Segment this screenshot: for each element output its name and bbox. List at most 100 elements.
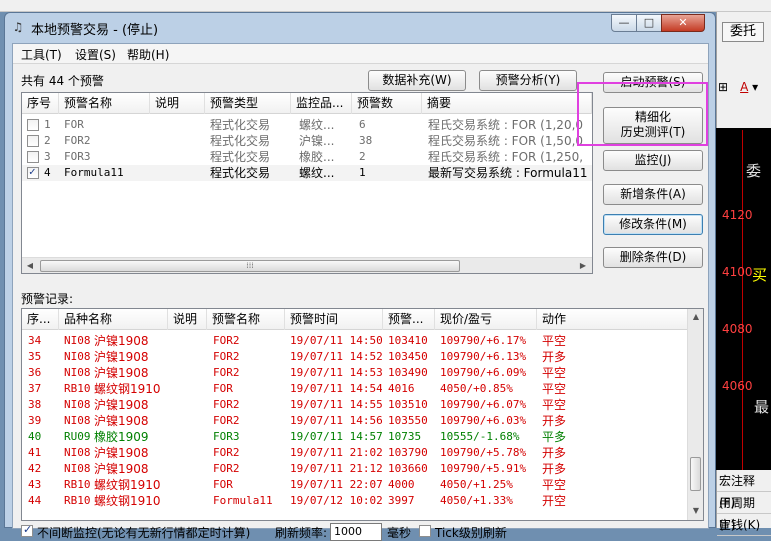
title-bar[interactable]: ♫ 本地预警交易 - (停止) — □ ✕ (5, 13, 715, 43)
menu-tools[interactable]: 工具(T) (21, 46, 62, 63)
side-menu-item[interactable]: 宣钱(K) (717, 514, 771, 536)
row-checkbox[interactable] (27, 119, 39, 131)
chart-border (742, 130, 770, 490)
log-cell-desc (172, 429, 206, 445)
column-header[interactable]: 预警名称 (207, 309, 285, 330)
log-cell-desc (172, 397, 206, 413)
alert-count-cell: 1 (359, 166, 366, 179)
alert-type: 程式化交易 (210, 166, 271, 180)
log-cell-prod: 橡胶1909 (94, 430, 149, 444)
table-row[interactable]: 35 NI08 沪镍1908 FOR2 19/07/11 14:52 103450 1097… (22, 349, 688, 365)
vertical-scrollbar[interactable]: ▲ ▼ (687, 309, 703, 520)
dropdown-arrow-icon[interactable]: ▾ (752, 80, 758, 94)
log-cell-pnl: 109790/+6.13% (440, 350, 527, 363)
start-alert-button[interactable]: 启动预警(S) (603, 72, 703, 93)
column-header[interactable]: 预警类型 (205, 93, 291, 114)
log-cell-price: 103490 (388, 366, 428, 379)
log-cell-code: NI08 (64, 446, 91, 459)
tick-refresh-label: Tick级别刷新 (435, 526, 507, 540)
log-cell-name: FOR2 (213, 350, 240, 363)
tick-refresh-checkbox[interactable] (419, 525, 431, 537)
alert-name: FOR (64, 118, 84, 131)
log-cell-price: 103550 (388, 414, 428, 427)
data-supplement-button[interactable]: 数据补充(W) (368, 70, 466, 91)
modify-condition-button[interactable]: 修改条件(M) (603, 214, 703, 235)
column-header[interactable]: 品种名称 (59, 309, 168, 330)
row-checkbox[interactable] (27, 165, 39, 179)
column-header[interactable]: 说明 (168, 309, 207, 330)
background-side-menu: 宏注释(F) 用周期(F) 宣钱(K) (716, 470, 771, 536)
menu-help[interactable]: 帮助(H) (127, 46, 169, 63)
minimize-button[interactable]: — (611, 14, 637, 32)
table-row[interactable]: 42 NI08 沪镍1908 FOR2 19/07/11 21:12 103660 1097… (22, 461, 688, 477)
font-color-button[interactable]: A (740, 80, 748, 94)
refine-label: 精细化 (634, 110, 671, 124)
log-cell-time: 19/07/11 14:57 (290, 430, 382, 443)
log-cell-name: FOR (213, 382, 233, 395)
log-cell-prod: 沪镍1908 (94, 398, 149, 412)
column-header[interactable]: 预警数 (352, 93, 422, 114)
continuous-monitor-checkbox[interactable] (21, 523, 33, 537)
log-cell-no: 37 (28, 382, 42, 395)
column-header[interactable]: 监控品... (291, 93, 352, 114)
table-row[interactable]: 38 NI08 沪镍1908 FOR2 19/07/11 14:55 103510 1097… (22, 397, 688, 413)
side-menu-item[interactable]: 宏注释(F) (717, 470, 771, 510)
column-header[interactable]: 现价/盈亏 (435, 309, 537, 330)
side-menu-item[interactable]: 用周期(F) (717, 492, 771, 532)
log-cell-time: 19/07/12 10:02 (290, 494, 382, 507)
log-cell-prod: 沪镍1908 (94, 414, 149, 428)
refine-backtest-button[interactable]: 精细化 历史测评(T) (603, 107, 703, 144)
table-row[interactable]: 4 Formula11 程式化交易 螺纹... 1 最新写交易系统 : Form… (22, 165, 592, 181)
alert-type: 程式化交易 (210, 150, 271, 164)
column-header[interactable]: 预警名称 (59, 93, 150, 114)
log-cell-desc (172, 333, 206, 349)
close-button[interactable]: ✕ (661, 14, 705, 32)
scroll-down-icon[interactable]: ▼ (689, 504, 703, 518)
log-cell-no: 42 (28, 462, 42, 475)
column-header[interactable]: 动作 (537, 309, 688, 330)
column-header[interactable]: 序号 (22, 93, 59, 114)
column-header[interactable]: 摘要 (422, 93, 592, 114)
column-header[interactable]: 预警时间 (285, 309, 383, 330)
table-row[interactable]: 40 RU09 橡胶1909 FOR3 19/07/11 14:57 10735 10555… (22, 429, 688, 445)
table-row[interactable]: 44 RB10 螺纹钢1910 Formula11 19/07/12 10:02 3997… (22, 493, 688, 509)
horizontal-scrollbar[interactable]: ◀ ⁞⁞⁞ ▶ (22, 257, 592, 273)
alert-analysis-button[interactable]: 预警分析(Y) (479, 70, 577, 91)
scroll-up-icon[interactable]: ▲ (689, 310, 703, 324)
log-cell-prod: 沪镍1908 (94, 366, 149, 380)
table-row[interactable]: 2 FOR2 程式化交易 沪镍... 38 程氏交易系统 : FOR (1,50… (22, 133, 592, 149)
scroll-right-icon[interactable]: ▶ (576, 259, 590, 273)
table-row[interactable]: 34 NI08 沪镍1908 FOR2 19/07/11 14:50 103410 1097… (22, 333, 688, 349)
menu-settings[interactable]: 设置(S) (75, 46, 116, 63)
log-cell-pnl: 4050/+0.85% (440, 382, 513, 395)
log-cell-pnl: 109790/+5.91% (440, 462, 527, 475)
log-cell-prod: 沪镍1908 (94, 334, 149, 348)
column-header[interactable]: 序... (22, 309, 59, 330)
row-checkbox[interactable] (27, 151, 39, 163)
column-header[interactable]: 预警... (383, 309, 435, 330)
table-row[interactable]: 41 NI08 沪镍1908 FOR2 19/07/11 21:02 103790 1097… (22, 445, 688, 461)
scroll-left-icon[interactable]: ◀ (23, 259, 37, 273)
log-cell-action: 开多 (542, 350, 567, 364)
refresh-rate-input[interactable]: 1000 (330, 523, 382, 541)
order-button[interactable]: 委托 (722, 22, 764, 42)
scroll-thumb[interactable] (690, 457, 701, 491)
scroll-thumb[interactable]: ⁞⁞⁞ (40, 260, 460, 272)
table-row[interactable]: 3 FOR3 程式化交易 橡胶... 2 程氏交易系统 : FOR (1,250… (22, 149, 592, 165)
column-header[interactable]: 说明 (150, 93, 205, 114)
maximize-button[interactable]: □ (636, 14, 662, 32)
monitor-button[interactable]: 监控(J) (603, 150, 703, 171)
delete-condition-button[interactable]: 删除条件(D) (603, 247, 703, 268)
log-cell-no: 43 (28, 478, 42, 491)
add-condition-button[interactable]: 新增条件(A) (603, 184, 703, 205)
table-row[interactable]: 1 FOR 程式化交易 螺纹... 6 程氏交易系统 : FOR (1,20,0 (22, 117, 592, 133)
row-checkbox[interactable] (27, 135, 39, 147)
log-cell-pnl: 109790/+6.09% (440, 366, 527, 379)
table-icon[interactable]: ⊞ (718, 80, 728, 94)
table-row[interactable]: 37 RB10 螺纹钢1910 FOR 19/07/11 14:54 4016 4050/+… (22, 381, 688, 397)
log-cell-desc (172, 413, 206, 429)
table-row[interactable]: 43 RB10 螺纹钢1910 FOR 19/07/11 22:07 4000 4050/+… (22, 477, 688, 493)
log-cell-name: FOR (213, 478, 233, 491)
table-row[interactable]: 36 NI08 沪镍1908 FOR2 19/07/11 14:53 103490 1097… (22, 365, 688, 381)
table-row[interactable]: 39 NI08 沪镍1908 FOR2 19/07/11 14:56 103550 1097… (22, 413, 688, 429)
